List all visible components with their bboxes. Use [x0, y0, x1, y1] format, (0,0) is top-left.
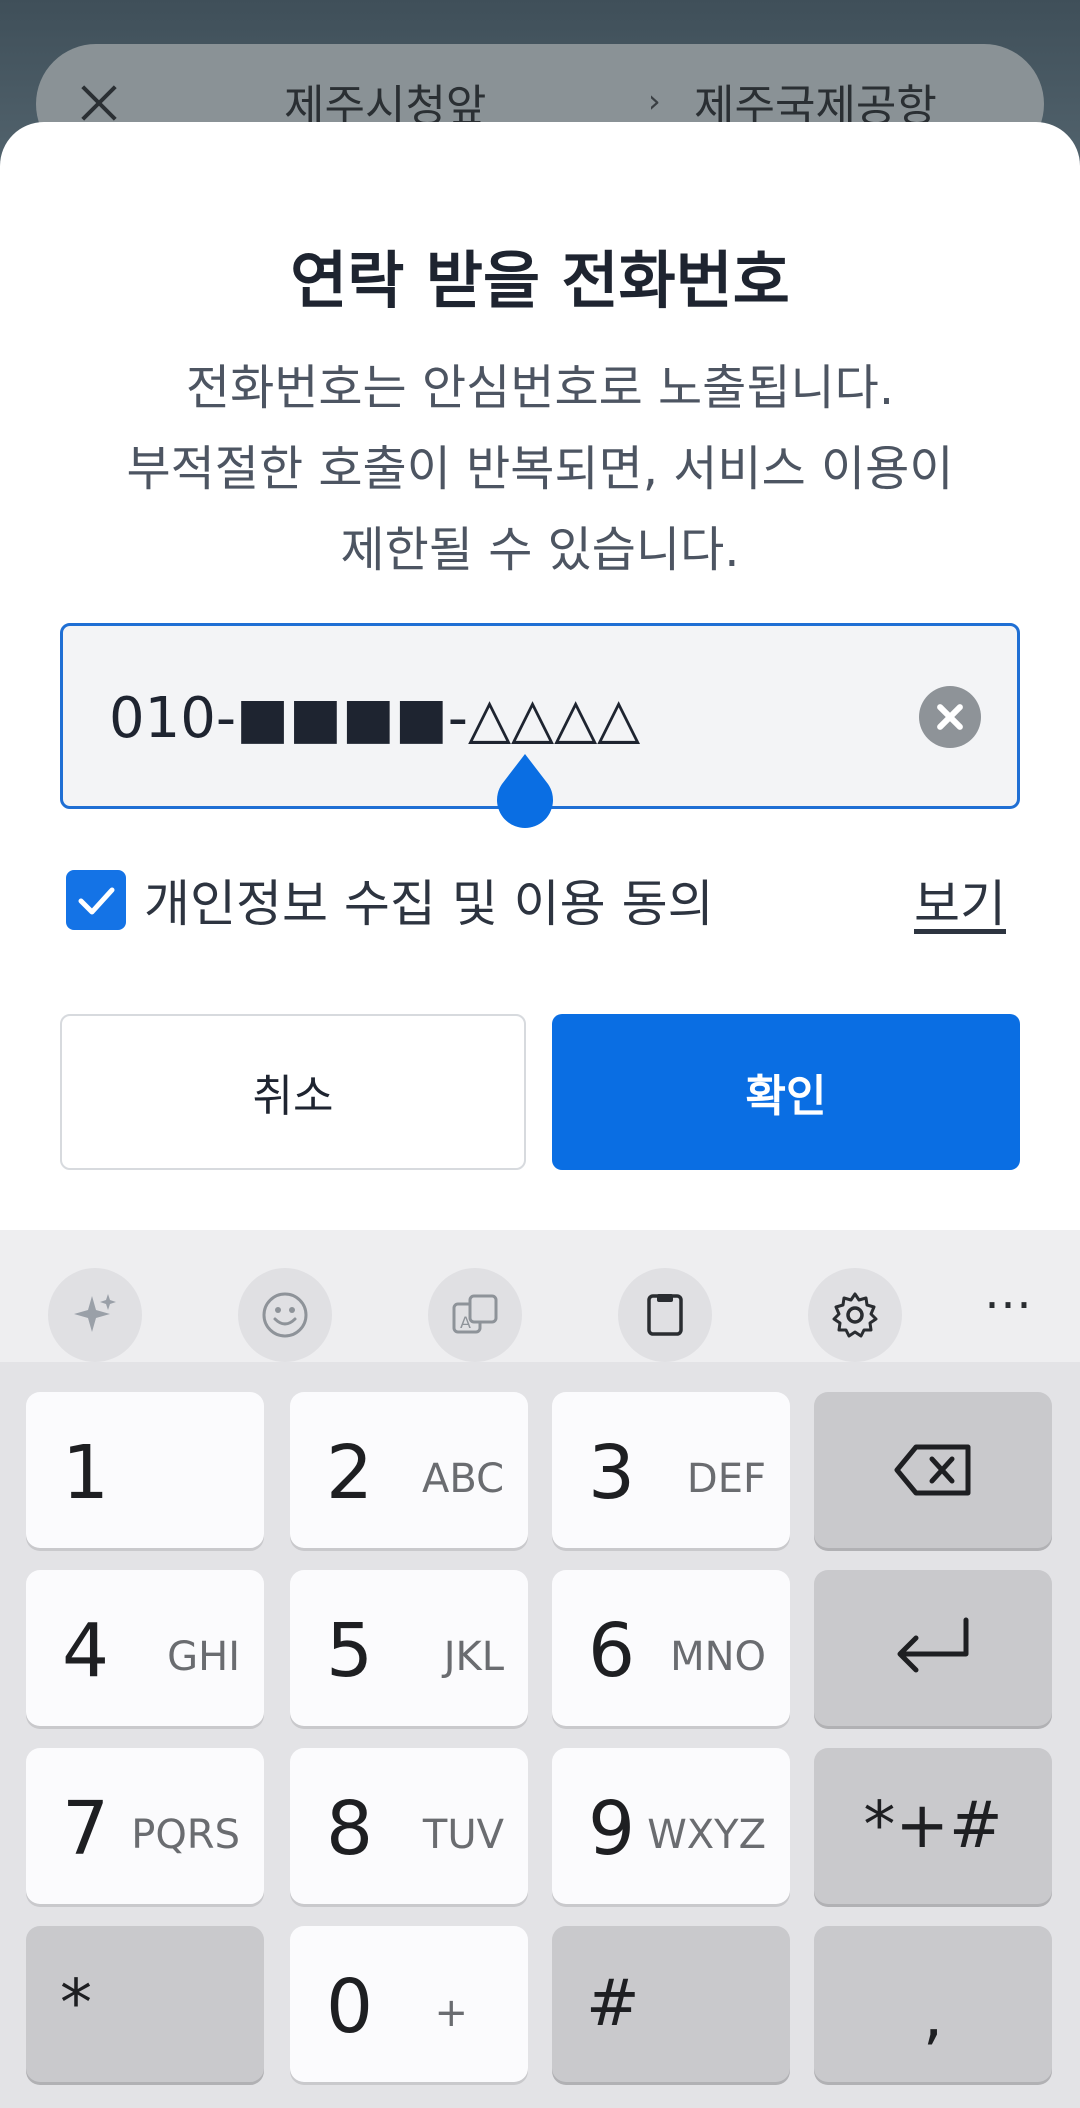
consent-label[interactable]: 개인정보 수집 및 이용 동의: [144, 864, 714, 936]
key-letters: GHI: [167, 1634, 240, 1680]
key-6[interactable]: 6 MNO: [552, 1570, 790, 1726]
translate-icon[interactable]: A: [428, 1268, 522, 1362]
key-letters: DEF: [686, 1456, 766, 1502]
key-digit: 1: [62, 1430, 110, 1516]
consent-view-link[interactable]: 보기: [914, 864, 1006, 936]
emoji-icon[interactable]: [238, 1268, 332, 1362]
key-0[interactable]: 0 +: [290, 1926, 528, 2082]
key-2[interactable]: 2 ABC: [290, 1392, 528, 1548]
check-icon: [78, 887, 115, 915]
key-digit: 2: [326, 1430, 374, 1516]
key-letters: +: [434, 1990, 468, 2036]
key-enter[interactable]: [814, 1570, 1052, 1726]
clipboard-icon[interactable]: [618, 1268, 712, 1362]
key-letters: TUV: [422, 1812, 504, 1858]
svg-text:A: A: [460, 1313, 471, 1332]
key-letters: ABC: [421, 1456, 504, 1502]
key-hash[interactable]: #: [552, 1926, 790, 2082]
confirm-button-label: 확인: [745, 1071, 827, 1122]
key-label: ,: [922, 1979, 944, 2053]
key-star[interactable]: *: [26, 1926, 264, 2082]
key-label: *+#: [863, 1789, 1003, 1863]
settings-icon[interactable]: [808, 1268, 902, 1362]
key-digit: 6: [588, 1608, 636, 1694]
key-label: *: [60, 1967, 92, 2041]
enter-icon: [897, 1617, 969, 1673]
key-comma[interactable]: ,: [814, 1926, 1052, 2082]
key-digit: 0: [326, 1964, 374, 2050]
description-line: 부적절한 호출이 반복되면, 서비스 이용이: [126, 441, 954, 497]
cancel-button-label: 취소: [252, 1071, 334, 1122]
confirm-button[interactable]: 확인: [552, 1014, 1020, 1170]
key-9[interactable]: 9 WXYZ: [552, 1748, 790, 1904]
dialog-description: 전화번호는 안심번호로 노출됩니다. 부적절한 호출이 반복되면, 서비스 이용…: [40, 348, 1040, 591]
key-7[interactable]: 7 PQRS: [26, 1748, 264, 1904]
key-3[interactable]: 3 DEF: [552, 1392, 790, 1548]
key-backspace[interactable]: [814, 1392, 1052, 1548]
key-8[interactable]: 8 TUV: [290, 1748, 528, 1904]
key-digit: 3: [588, 1430, 636, 1516]
consent-checkbox[interactable]: [66, 870, 126, 930]
key-digit: 8: [326, 1786, 374, 1872]
clear-icon[interactable]: [919, 686, 981, 748]
phone-input-value[interactable]: 010-■■■■-△△△△: [109, 686, 640, 751]
cursor-handle-icon[interactable]: [494, 754, 556, 830]
more-icon[interactable]: ⋯: [984, 1276, 1032, 1332]
route-arrow-icon: ›: [648, 82, 661, 120]
ai-sparkle-icon[interactable]: [48, 1268, 142, 1362]
key-digit: 5: [326, 1608, 374, 1694]
key-letters: JKL: [443, 1634, 504, 1680]
cancel-button[interactable]: 취소: [60, 1014, 526, 1170]
key-letters: MNO: [670, 1634, 766, 1680]
key-1[interactable]: 1: [26, 1392, 264, 1548]
description-line: 전화번호는 안심번호로 노출됩니다.: [185, 360, 895, 416]
dialog-title: 연락 받을 전화번호: [290, 244, 790, 317]
close-icon[interactable]: [76, 80, 122, 126]
key-digit: 9: [588, 1786, 636, 1872]
key-label: #: [586, 1967, 640, 2041]
key-digit: 4: [62, 1608, 110, 1694]
key-letters: PQRS: [131, 1812, 240, 1858]
key-5[interactable]: 5 JKL: [290, 1570, 528, 1726]
description-line: 제한될 수 있습니다.: [340, 522, 740, 578]
keyboard-toolbar: [0, 1230, 1080, 1362]
key-letters: WXYZ: [647, 1812, 766, 1858]
key-digit: 7: [62, 1786, 110, 1872]
key-4[interactable]: 4 GHI: [26, 1570, 264, 1726]
backspace-icon: [894, 1444, 971, 1496]
key-symbols[interactable]: *+#: [814, 1748, 1052, 1904]
